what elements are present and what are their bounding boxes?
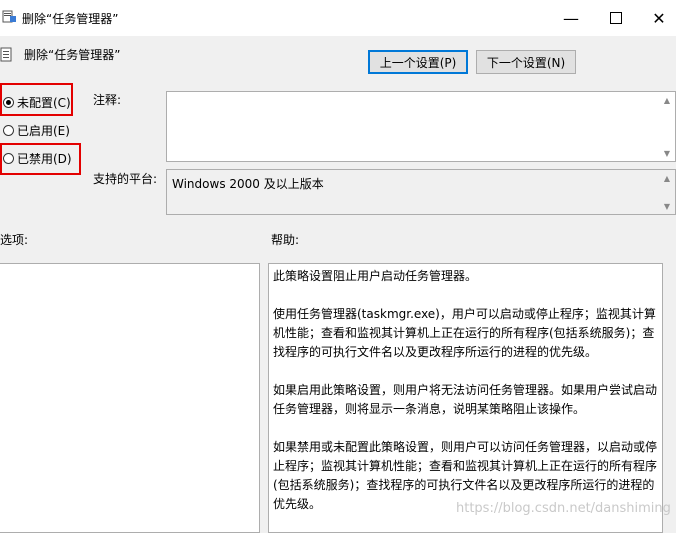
previous-setting-button[interactable]: 上一个设置(P) [368,50,468,74]
help-label: 帮助: [271,233,300,247]
policy-app-icon [2,10,16,23]
radio-enabled-label: 已启用(E) [17,123,70,138]
previous-setting-label: 上一个设置(P) [379,55,457,70]
help-line: 止程序；监视其计算机性能；查看和监视其计算机上正在运行的所有程序 [273,459,658,473]
scroll-up-icon[interactable]: ▲ [660,172,674,184]
help-line: 如果禁用或未配置此策略设置，则用户可以访问任务管理器，以启动或停 [273,440,658,454]
maximize-button[interactable] [595,0,637,36]
radio-enabled-button[interactable] [3,124,14,136]
options-label: 选项: [0,233,29,247]
help-line: 机性能；查看和监视其计算机上正在运行的所有程序(包括系统服务)；查 [273,326,655,340]
minimize-icon: — [563,8,579,28]
help-paragraph: 此策略设置阻止用户启动任务管理器。 [273,267,658,286]
platform-label: 支持的平台: [93,172,158,186]
help-paragraph: 如果启用此策略设置，则用户将无法访问任务管理器。如果用户尝试启动 任务管理器，则… [273,381,658,419]
highlight-disabled [0,143,81,175]
platform-field: Windows 2000 及以上版本 ▲ ▼ [166,169,676,215]
comment-label: 注释: [93,93,122,107]
window-title: 删除“任务管理器” [22,12,119,26]
help-line: 找程序的可执行文件名以及更改程序所运行的进程的优先级。 [273,345,598,359]
scroll-up-icon[interactable]: ▲ [660,94,674,106]
help-line: 此策略设置阻止用户启动任务管理器。 [273,269,478,283]
help-line: 任务管理器，则将显示一条消息，说明某策略阻止该操作。 [273,402,586,416]
radio-enabled[interactable]: 已启用(E) [0,121,70,139]
close-icon: ✕ [652,8,666,28]
scroll-down-icon[interactable]: ▼ [660,147,674,159]
help-line: 使用任务管理器(taskmgr.exe)，用户可以启动或停止程序；监视其计算 [273,307,656,321]
minimize-button[interactable]: — [550,0,592,36]
platform-value: Windows 2000 及以上版本 [172,177,324,191]
close-button[interactable]: ✕ [638,0,676,36]
scroll-down-icon[interactable]: ▼ [660,200,674,212]
policy-settings-icon [0,47,12,62]
next-setting-label: 下一个设置(N) [486,55,566,70]
help-panel: 此策略设置阻止用户启动任务管理器。 使用任务管理器(taskmgr.exe)，用… [268,263,663,533]
help-line: 如果启用此策略设置，则用户将无法访问任务管理器。如果用户尝试启动 [273,383,658,397]
policy-title: 删除“任务管理器” [24,48,121,62]
options-panel [0,263,260,533]
comment-textarea[interactable]: ▲ ▼ [166,91,676,162]
help-paragraph: 使用任务管理器(taskmgr.exe)，用户可以启动或停止程序；监视其计算 机… [273,305,658,362]
maximize-icon [610,12,622,24]
next-setting-button[interactable]: 下一个设置(N) [476,50,576,74]
title-bar: 删除“任务管理器” — ✕ [0,0,676,36]
watermark: https://blog.csdn.net/danshiming [456,501,671,516]
highlight-not-configured [0,83,73,116]
help-line: (包括系统服务)；查找程序的可执行文件名以及更改程序所运行的进程的 [273,478,655,492]
